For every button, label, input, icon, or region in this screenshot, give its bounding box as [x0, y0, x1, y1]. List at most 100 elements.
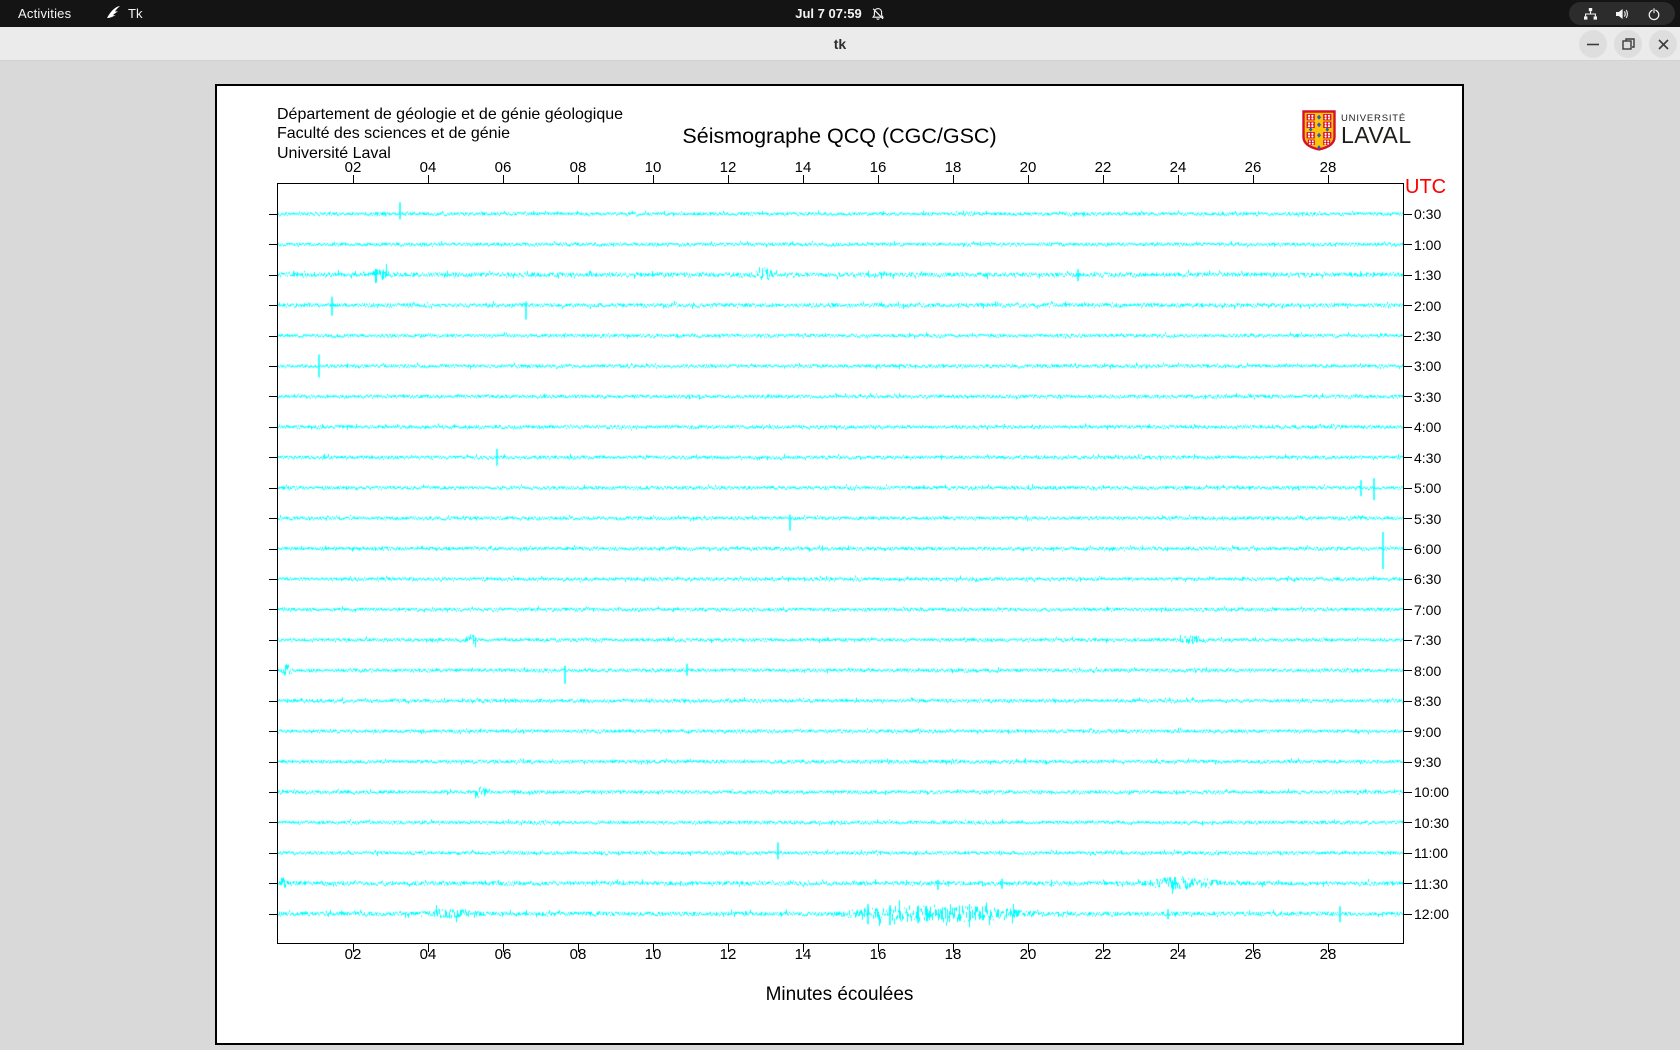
y-tick-mark	[269, 639, 277, 641]
maximize-button[interactable]	[1614, 30, 1642, 58]
y-tick-mark	[1404, 578, 1412, 580]
clock-label: Jul 7 07:59	[795, 6, 862, 21]
minimize-button[interactable]	[1579, 30, 1607, 58]
x-tick-label: 04	[419, 946, 437, 963]
x-tick-label: 14	[794, 946, 812, 963]
y-time-label: 2:30	[1414, 328, 1442, 345]
y-time-label: 3:00	[1414, 358, 1442, 375]
y-time-label: 7:30	[1414, 632, 1442, 649]
y-tick-mark	[269, 305, 277, 307]
x-tick-label: 28	[1319, 946, 1337, 963]
y-tick-mark	[1404, 518, 1412, 520]
x-tick-mark	[652, 175, 654, 183]
x-tick-mark	[427, 175, 429, 183]
y-tick-mark	[269, 822, 277, 824]
x-tick-label: 16	[869, 946, 887, 963]
x-tick-label: 22	[1094, 946, 1112, 963]
y-tick-mark	[1404, 457, 1412, 459]
x-tick-label: 18	[944, 946, 962, 963]
y-time-label: 3:30	[1414, 388, 1442, 405]
y-tick-mark	[269, 213, 277, 215]
y-tick-mark	[1404, 335, 1412, 337]
y-tick-mark	[269, 274, 277, 276]
x-tick-mark	[1327, 175, 1329, 183]
x-tick-mark	[1177, 175, 1179, 183]
y-time-label: 0:30	[1414, 206, 1442, 223]
x-tick-mark	[352, 175, 354, 183]
y-time-label: 8:30	[1414, 693, 1442, 710]
y-time-label: 1:00	[1414, 236, 1442, 253]
y-time-label: 11:30	[1414, 875, 1448, 892]
y-tick-mark	[269, 487, 277, 489]
y-tick-mark	[269, 457, 277, 459]
y-tick-mark	[1404, 487, 1412, 489]
x-tick-label: 10	[644, 946, 662, 963]
y-tick-mark	[269, 396, 277, 398]
y-tick-mark	[269, 670, 277, 672]
y-time-label: 5:00	[1414, 480, 1442, 497]
y-tick-mark	[269, 548, 277, 550]
x-tick-mark	[1252, 175, 1254, 183]
laval-logo: UNIVERSITÉ LAVAL	[1302, 110, 1412, 151]
system-status-area[interactable]	[1569, 2, 1675, 25]
y-tick-mark	[1404, 852, 1412, 854]
laval-label: LAVAL	[1341, 122, 1412, 149]
y-time-label: 9:30	[1414, 754, 1442, 771]
x-tick-label: 08	[569, 159, 587, 176]
y-time-label: 11:00	[1414, 845, 1448, 862]
y-tick-mark	[269, 791, 277, 793]
y-tick-mark	[1404, 305, 1412, 307]
x-tick-label: 28	[1319, 159, 1337, 176]
x-tick-label: 20	[1019, 159, 1037, 176]
clock-button[interactable]: Jul 7 07:59	[0, 0, 1680, 27]
y-tick-mark	[269, 883, 277, 885]
seismograph-canvas: Département de géologie et de génie géol…	[215, 84, 1464, 1045]
y-time-label: 4:30	[1414, 449, 1442, 466]
laval-wordmark: UNIVERSITÉ LAVAL	[1341, 114, 1412, 148]
x-tick-label: 18	[944, 159, 962, 176]
x-tick-label: 08	[569, 946, 587, 963]
close-button[interactable]	[1649, 30, 1677, 58]
y-tick-mark	[1404, 365, 1412, 367]
x-tick-mark	[877, 175, 879, 183]
y-time-label: 2:00	[1414, 297, 1442, 314]
y-tick-mark	[269, 518, 277, 520]
power-icon	[1647, 7, 1661, 21]
bell-slash-icon	[871, 7, 885, 21]
network-icon	[1583, 7, 1598, 21]
x-tick-label: 22	[1094, 159, 1112, 176]
y-tick-mark	[269, 578, 277, 580]
plot-title: Séismographe QCQ (CGC/GSC)	[682, 124, 997, 148]
y-time-label: 1:30	[1414, 267, 1442, 284]
x-tick-label: 12	[719, 159, 737, 176]
x-tick-label: 24	[1169, 946, 1187, 963]
seismogram-traces	[278, 184, 1403, 943]
x-tick-mark	[1027, 175, 1029, 183]
utc-label: UTC	[1405, 176, 1447, 198]
y-time-label: 12:00	[1414, 906, 1450, 923]
laval-shield-icon	[1302, 110, 1336, 151]
x-tick-label: 16	[869, 159, 887, 176]
institution-line: Département de géologie et de génie géol…	[277, 106, 624, 123]
y-tick-mark	[269, 913, 277, 915]
x-tick-mark	[502, 175, 504, 183]
y-time-label: 10:00	[1414, 784, 1450, 801]
x-tick-mark	[727, 175, 729, 183]
x-tick-mark	[952, 175, 954, 183]
y-tick-mark	[269, 852, 277, 854]
y-tick-mark	[269, 244, 277, 246]
y-tick-mark	[269, 731, 277, 733]
y-tick-mark	[1404, 213, 1412, 215]
y-tick-mark	[1404, 396, 1412, 398]
volume-icon	[1615, 7, 1630, 21]
y-tick-mark	[269, 335, 277, 337]
x-tick-label: 14	[794, 159, 812, 176]
x-tick-label: 26	[1244, 159, 1262, 176]
y-time-label: 6:00	[1414, 541, 1442, 558]
y-tick-mark	[1404, 700, 1412, 702]
window-title: tk	[833, 35, 847, 52]
y-time-label: 7:00	[1414, 601, 1442, 618]
x-tick-label: 06	[494, 946, 512, 963]
y-tick-mark	[1404, 822, 1412, 824]
y-tick-mark	[1404, 639, 1412, 641]
